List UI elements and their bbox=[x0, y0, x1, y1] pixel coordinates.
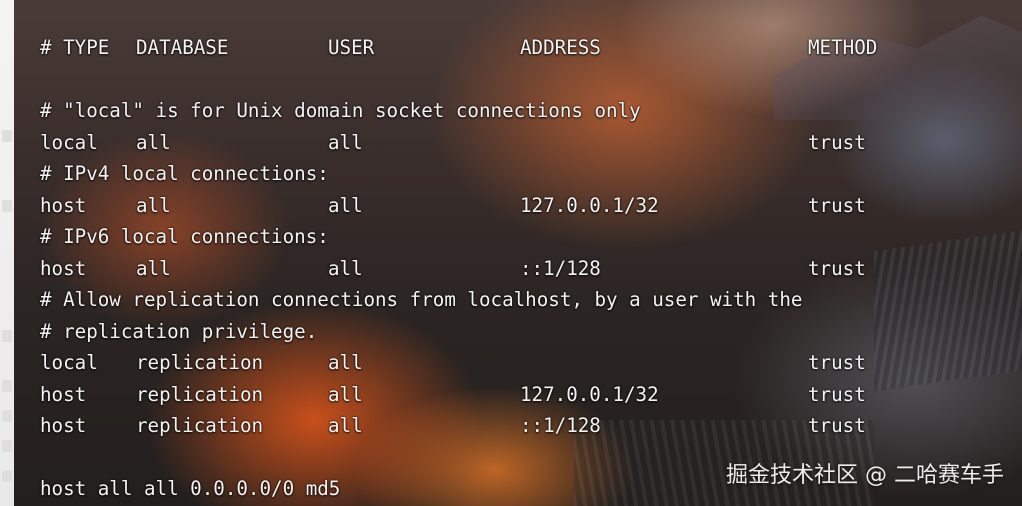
row-address: ::1/128 bbox=[520, 414, 601, 437]
row-database: replication bbox=[136, 414, 264, 437]
header-type: # TYPE bbox=[40, 36, 110, 59]
row-method: trust bbox=[808, 194, 866, 217]
config-row: host replication all ::1/128 trust bbox=[40, 414, 866, 438]
row-database: all bbox=[136, 257, 171, 280]
edge-mark bbox=[2, 130, 12, 142]
row-user: all bbox=[328, 414, 363, 437]
row-method: trust bbox=[808, 383, 866, 406]
window-left-edge bbox=[0, 0, 15, 506]
config-row: local replication all trust bbox=[40, 351, 866, 375]
row-user: all bbox=[328, 351, 363, 374]
row-type: local bbox=[40, 131, 98, 154]
config-row: host all all 127.0.0.1/32 trust bbox=[40, 194, 866, 218]
header-address: ADDRESS bbox=[520, 36, 601, 59]
watermark: 掘金技术社区 @ 二哈赛车手 bbox=[726, 463, 1004, 488]
row-type: host bbox=[40, 257, 87, 280]
edge-mark bbox=[2, 410, 12, 422]
edge-mark bbox=[2, 440, 12, 452]
comment-ipv4: # IPv4 local connections: bbox=[40, 162, 329, 185]
row-database: all bbox=[136, 131, 171, 154]
row-method: trust bbox=[808, 351, 866, 374]
terminal-window[interactable]: # TYPE DATABASE USER ADDRESS METHOD # "l… bbox=[14, 0, 1022, 506]
row-type: host bbox=[40, 383, 87, 406]
row-address: ::1/128 bbox=[520, 257, 601, 280]
comment-local: # "local" is for Unix domain socket conn… bbox=[40, 99, 641, 122]
row-address: 127.0.0.1/32 bbox=[520, 383, 659, 406]
custom-host-line: host all all 0.0.0.0/0 md5 bbox=[40, 477, 341, 500]
row-method: trust bbox=[808, 131, 866, 154]
edge-mark bbox=[2, 330, 12, 342]
edge-mark bbox=[2, 380, 12, 392]
config-row: host all all ::1/128 trust bbox=[40, 257, 866, 281]
row-database: all bbox=[136, 194, 171, 217]
row-type: host bbox=[40, 194, 87, 217]
row-method: trust bbox=[808, 257, 866, 280]
row-database: replication bbox=[136, 351, 264, 374]
background-roof bbox=[874, 228, 1022, 392]
row-type: host bbox=[40, 414, 87, 437]
config-row: host replication all 127.0.0.1/32 trust bbox=[40, 383, 866, 407]
row-database: replication bbox=[136, 383, 264, 406]
row-user: all bbox=[328, 131, 363, 154]
header-method: METHOD bbox=[808, 36, 878, 59]
comment-ipv6: # IPv6 local connections: bbox=[40, 225, 329, 248]
header-database: DATABASE bbox=[136, 36, 229, 59]
row-user: all bbox=[328, 383, 363, 406]
row-user: all bbox=[328, 194, 363, 217]
header-line: # TYPE DATABASE USER ADDRESS METHOD bbox=[40, 36, 877, 60]
background-mountain bbox=[774, 15, 1022, 120]
row-address: 127.0.0.1/32 bbox=[520, 194, 659, 217]
row-type: local bbox=[40, 351, 98, 374]
edge-mark bbox=[2, 470, 12, 482]
comment-replication: # replication privilege. bbox=[40, 320, 318, 343]
row-user: all bbox=[328, 257, 363, 280]
config-row: local all all trust bbox=[40, 131, 866, 155]
comment-replication: # Allow replication connections from loc… bbox=[40, 288, 803, 311]
edge-mark bbox=[2, 200, 12, 212]
row-method: trust bbox=[808, 414, 866, 437]
header-user: USER bbox=[328, 36, 375, 59]
